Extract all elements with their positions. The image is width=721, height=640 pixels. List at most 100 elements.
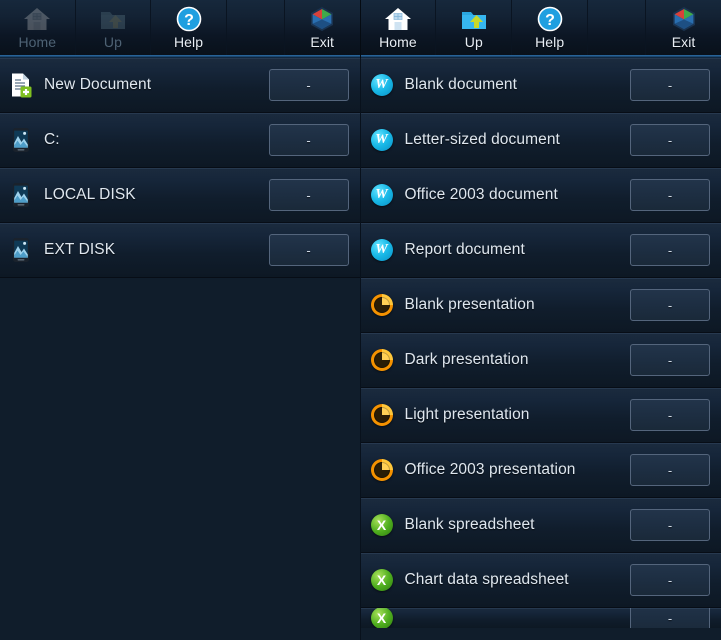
drive-icon — [8, 237, 34, 263]
right-pane-row[interactable]: W Report document - — [360, 223, 721, 278]
row-action-button[interactable]: - — [630, 509, 710, 541]
row-action-button[interactable]: - — [268, 69, 349, 101]
toolbar-spacer — [588, 0, 647, 55]
row-icon-slot — [8, 72, 34, 98]
spreadsheet-icon: X — [370, 514, 393, 536]
row-action-button[interactable]: - — [630, 564, 710, 596]
left-pane-row[interactable]: EXT DISK - — [0, 223, 360, 278]
right-pane-row[interactable]: W Blank document - — [360, 58, 721, 113]
row-icon-slot — [8, 127, 34, 153]
toolbar-icon-slot: ? — [535, 4, 565, 34]
row-action-button[interactable]: - — [630, 399, 710, 431]
new-document-icon — [8, 72, 34, 98]
help-icon: ? — [174, 5, 204, 33]
right-pane-row[interactable]: X- — [360, 608, 721, 628]
word-document-icon: W — [370, 74, 393, 96]
folder-up-icon — [459, 5, 489, 33]
row-action-button[interactable]: - — [630, 179, 710, 211]
home-icon — [22, 5, 52, 33]
row-icon-slot: W — [369, 182, 395, 208]
row-label: Office 2003 presentation — [404, 461, 576, 478]
row-action-button[interactable]: - — [268, 179, 349, 211]
row-label: Report document — [404, 241, 525, 258]
libreoffice-logo-icon — [669, 5, 699, 33]
presentation-icon — [370, 294, 393, 316]
row-icon-slot: X — [369, 567, 395, 593]
right-pane-row[interactable]: Blank presentation - — [360, 278, 721, 333]
toolbar-button-home[interactable]: Home — [361, 0, 437, 55]
left-pane-row[interactable]: New Document - — [0, 58, 360, 113]
row-label: Office 2003 document — [404, 186, 558, 203]
home-icon — [383, 5, 413, 33]
left-pane-row[interactable]: LOCAL DISK - — [0, 168, 360, 223]
presentation-icon — [370, 349, 393, 371]
row-action-button[interactable]: - — [630, 69, 710, 101]
row-icon-slot — [8, 182, 34, 208]
toolbar-icon-slot — [669, 4, 699, 34]
panes-container: New Document - C: - LOCAL DISK - EXT DISK - W Bl… — [0, 58, 721, 640]
row-label: Chart data spreadsheet — [404, 571, 569, 588]
left-file-pane[interactable]: New Document - C: - LOCAL DISK - EXT DISK - — [0, 58, 361, 640]
toolbar-button-up: Up — [76, 0, 152, 55]
presentation-icon — [370, 404, 393, 426]
toolbar-button-home: Home — [0, 0, 76, 55]
right-pane-row[interactable]: X Blank spreadsheet - — [360, 498, 721, 553]
row-icon-slot: W — [369, 127, 395, 153]
toolbar-button-label: Help — [535, 34, 565, 50]
toolbar-button-help[interactable]: ? Help — [151, 0, 227, 55]
row-action-button[interactable]: - — [630, 454, 710, 486]
right-template-pane[interactable]: W Blank document - W Letter-sized document - W… — [360, 58, 721, 640]
toolbar-icon-slot — [22, 4, 52, 34]
row-label: EXT DISK — [44, 241, 116, 258]
toolbar-button-label: Up — [464, 34, 483, 50]
row-icon-slot: X — [369, 512, 395, 538]
svg-text:?: ? — [184, 12, 194, 29]
row-action-button[interactable]: - — [630, 124, 710, 156]
row-icon-slot — [8, 237, 34, 263]
spreadsheet-icon: X — [370, 608, 393, 628]
row-action-button[interactable]: - — [630, 234, 710, 266]
row-action-button[interactable]: - — [268, 234, 349, 266]
right-pane-row[interactable]: Office 2003 presentation - — [360, 443, 721, 498]
row-action-button[interactable]: - — [268, 124, 349, 156]
right-pane-row[interactable]: X Chart data spreadsheet - — [360, 553, 721, 608]
row-label: Dark presentation — [404, 351, 529, 368]
right-pane-row[interactable]: W Office 2003 document - — [360, 168, 721, 223]
toolbar-button-label: Up — [103, 34, 122, 50]
row-label: Blank spreadsheet — [404, 516, 535, 533]
right-pane-row[interactable]: Light presentation - — [360, 388, 721, 443]
row-label: New Document — [44, 76, 152, 93]
right-pane-row[interactable]: Dark presentation - — [360, 333, 721, 388]
left-pane-row[interactable]: C: - — [0, 113, 360, 168]
row-icon-slot — [369, 457, 395, 483]
spreadsheet-icon: X — [370, 569, 393, 591]
toolbar-button-help[interactable]: ? Help — [512, 0, 589, 55]
word-document-icon: W — [370, 184, 393, 206]
application-window: Home Up? Help Exit Home Up? Help Exit New Docu… — [0, 0, 721, 640]
toolbar-button-up[interactable]: Up — [436, 0, 513, 55]
row-label: Light presentation — [404, 406, 530, 423]
toolbar-icon-slot — [383, 4, 413, 34]
toolbar-button-label: Home — [379, 34, 417, 50]
toolbar-spacer — [227, 0, 285, 55]
toolbar-icon-slot — [459, 4, 489, 34]
toolbar-button-label: Exit — [671, 34, 696, 50]
row-action-button[interactable]: - — [630, 608, 710, 628]
row-label: Letter-sized document — [404, 131, 560, 148]
row-icon-slot — [369, 347, 395, 373]
right-pane-toolbar: Home Up? Help Exit — [360, 0, 721, 58]
row-action-button[interactable]: - — [630, 344, 710, 376]
word-document-icon: W — [370, 129, 393, 151]
row-icon-slot: X — [369, 608, 395, 628]
libreoffice-logo-icon — [307, 5, 337, 33]
svg-text:?: ? — [545, 12, 555, 29]
toolbar-button-exit[interactable]: Exit — [646, 0, 721, 55]
row-label: Blank presentation — [404, 296, 535, 313]
row-icon-slot: W — [369, 72, 395, 98]
presentation-icon — [370, 459, 393, 481]
right-pane-row[interactable]: W Letter-sized document - — [360, 113, 721, 168]
row-label: LOCAL DISK — [44, 186, 136, 203]
row-action-button[interactable]: - — [630, 289, 710, 321]
drive-icon — [8, 127, 34, 153]
toolbar-button-exit[interactable]: Exit — [285, 0, 360, 55]
